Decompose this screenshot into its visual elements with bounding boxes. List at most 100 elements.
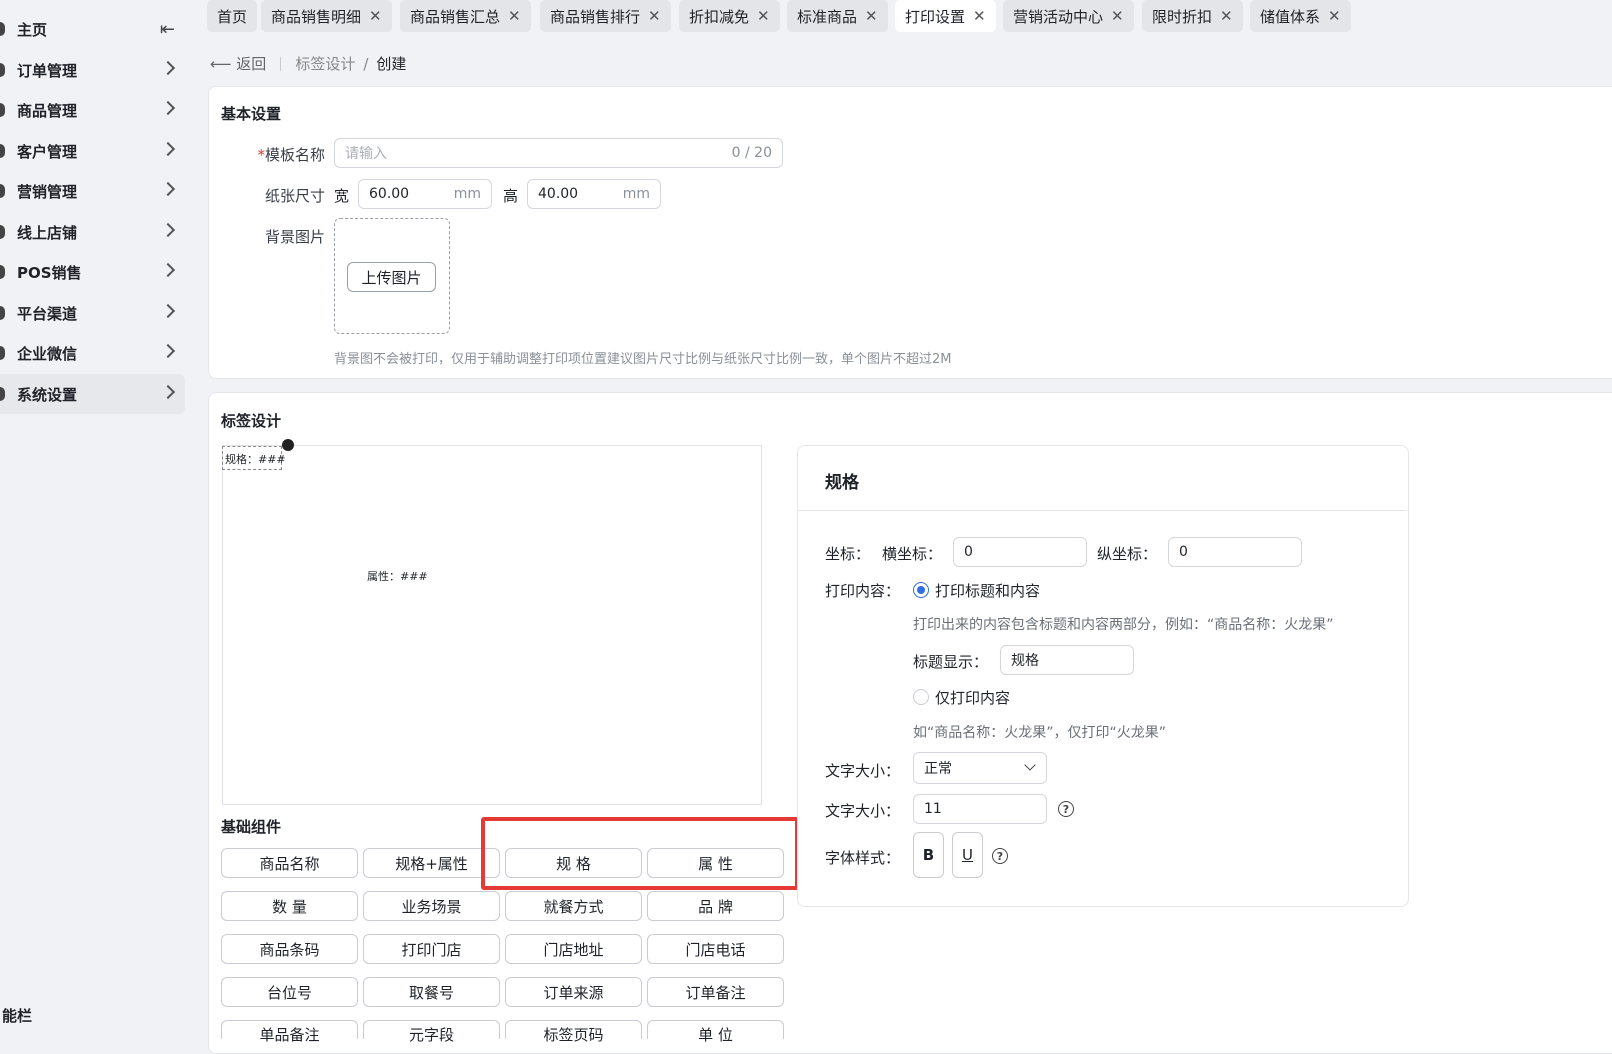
close-icon[interactable]: ✕ (648, 7, 661, 25)
component-button[interactable]: 打印门店 (363, 934, 500, 964)
tab-sales-ranking[interactable]: 商品销售排行 ✕ (540, 0, 671, 32)
sidebar-item-pos[interactable]: POS销售 (0, 252, 185, 292)
help-icon[interactable]: ? (992, 848, 1008, 864)
radio-title-and-content-label[interactable]: 打印标题和内容 (935, 580, 1040, 601)
font-size-number-input[interactable]: 11 (913, 794, 1047, 824)
sidebar-item-label: 营销管理 (17, 182, 78, 201)
component-button[interactable]: 商品条码 (221, 934, 358, 964)
tab-label: 商品销售明细 (271, 7, 362, 26)
sidebar-item-label: 系统设置 (17, 385, 78, 404)
canvas-element-spec[interactable]: 规格：### (222, 446, 286, 470)
title-display-input[interactable]: 规格 (1000, 645, 1134, 675)
font-style-label: 字体样式： (825, 849, 901, 867)
sidebar-item-label: 平台渠道 (17, 304, 78, 323)
sidebar-item-customers[interactable]: 客户管理 (0, 131, 185, 171)
sidebar-item-channels[interactable]: 平台渠道 (0, 293, 185, 333)
component-button[interactable]: 就餐方式 (505, 891, 642, 921)
collapse-left-icon[interactable]: ⇤ (160, 19, 175, 40)
y-coordinate-input[interactable]: 0 (1168, 537, 1302, 567)
component-button[interactable]: 标签页码 (505, 1020, 642, 1044)
property-panel (797, 445, 1409, 907)
background-image-label: 背景图片 (264, 228, 325, 246)
close-icon[interactable]: ✕ (973, 7, 986, 25)
tab-discount[interactable]: 折扣减免 ✕ (679, 0, 780, 32)
font-size-select-value: 正常 (924, 761, 952, 777)
tab-limited-discount[interactable]: 限时折扣 ✕ (1142, 0, 1243, 32)
paper-width-input[interactable]: 60.00 mm (358, 179, 492, 209)
font-size-number-value: 11 (924, 801, 942, 817)
tab-label: 打印设置 (905, 7, 966, 26)
tab-sales-detail[interactable]: 商品销售明细 ✕ (261, 0, 392, 32)
component-button[interactable]: 单 位 (647, 1020, 784, 1044)
delete-element-icon[interactable] (282, 439, 294, 451)
tab-label: 营销活动中心 (1013, 7, 1104, 26)
sidebar-item-marketing[interactable]: 营销管理 (0, 171, 185, 211)
component-button[interactable]: 门店地址 (505, 934, 642, 964)
bold-button[interactable]: B (913, 832, 944, 878)
basic-settings-title: 基本设置 (221, 105, 282, 123)
close-icon[interactable]: ✕ (757, 7, 770, 25)
radio-content-only-label[interactable]: 仅打印内容 (935, 687, 1010, 708)
sidebar-item-wecom[interactable]: 企业微信 (0, 333, 185, 373)
component-button[interactable]: 订单备注 (647, 977, 784, 1007)
tab-print-settings[interactable]: 打印设置 ✕ (895, 0, 996, 32)
x-coordinate-input[interactable]: 0 (953, 537, 1087, 567)
close-icon[interactable]: ✕ (508, 7, 521, 25)
upload-image-button[interactable]: 上传图片 (347, 262, 436, 292)
sidebar-footer-label[interactable]: 能栏 (2, 1005, 32, 1026)
home-icon (0, 22, 5, 36)
sidebar-item-online-store[interactable]: 线上店铺 (0, 212, 185, 252)
sidebar-item-products[interactable]: 商品管理 (0, 90, 185, 130)
component-button[interactable]: 业务场景 (363, 891, 500, 921)
width-label: 宽 (334, 187, 350, 205)
template-name-input[interactable]: 请输入 0 / 20 (334, 138, 783, 168)
tab-stored-value[interactable]: 储值体系 ✕ (1250, 0, 1351, 32)
help-icon[interactable]: ? (1058, 801, 1074, 817)
component-button[interactable]: 品 牌 (647, 891, 784, 921)
radio-title-and-content[interactable] (913, 582, 929, 598)
template-name-label: *模板名称 (215, 144, 325, 165)
order-icon (0, 63, 5, 77)
close-icon[interactable]: ✕ (865, 7, 878, 25)
chevron-right-icon (160, 60, 176, 76)
component-button[interactable]: 取餐号 (363, 977, 500, 1007)
settings-icon (0, 387, 5, 401)
component-button[interactable]: 门店电话 (647, 934, 784, 964)
component-button[interactable]: 商品名称 (221, 848, 358, 878)
breadcrumb-parent[interactable]: 标签设计 (295, 53, 355, 74)
sidebar-item-system-settings[interactable]: 系统设置 (0, 374, 185, 414)
component-button[interactable]: 订单来源 (505, 977, 642, 1007)
tab-label: 商品销售排行 (550, 7, 641, 26)
template-name-placeholder: 请输入 (345, 146, 387, 162)
sidebar-item-label: 主页 (17, 20, 48, 39)
component-button[interactable]: 规格+属性 (363, 848, 500, 878)
store-icon (0, 225, 5, 239)
sidebar-item-orders[interactable]: 订单管理 (0, 50, 185, 90)
highlight-annotation (481, 817, 799, 890)
close-icon[interactable]: ✕ (369, 7, 382, 25)
tab-sales-summary[interactable]: 商品销售汇总 ✕ (400, 0, 531, 32)
tab-standard-product[interactable]: 标准商品 ✕ (787, 0, 888, 32)
chevron-down-icon (1024, 759, 1036, 771)
tab-home[interactable]: 首页 (207, 0, 258, 32)
sidebar-item-label: 企业微信 (17, 344, 78, 363)
back-link[interactable]: ⟵ 返回 (210, 53, 266, 74)
chevron-right-icon (160, 222, 176, 238)
label-canvas[interactable] (222, 445, 762, 805)
component-button[interactable]: 元字段 (363, 1020, 500, 1044)
close-icon[interactable]: ✕ (1220, 7, 1233, 25)
canvas-element-attribute[interactable]: 属性：### (367, 568, 428, 584)
close-icon[interactable]: ✕ (1328, 7, 1341, 25)
component-button[interactable]: 单品备注 (221, 1020, 358, 1044)
close-icon[interactable]: ✕ (1111, 7, 1124, 25)
sidebar-item-home[interactable]: 主页 ⇤ (0, 9, 185, 49)
component-button[interactable]: 台位号 (221, 977, 358, 1007)
tab-marketing-center[interactable]: 营销活动中心 ✕ (1003, 0, 1134, 32)
font-size-select[interactable]: 正常 (913, 752, 1047, 784)
underline-button[interactable]: U (952, 832, 983, 878)
customer-icon (0, 144, 5, 158)
component-button[interactable]: 数 量 (221, 891, 358, 921)
sidebar: 主页 ⇤ 订单管理 商品管理 客户管理 营销管理 线上店铺 POS销售 平台渠道 (0, 0, 193, 1039)
paper-height-input[interactable]: 40.00 mm (527, 179, 661, 209)
radio-content-only[interactable] (913, 689, 929, 705)
